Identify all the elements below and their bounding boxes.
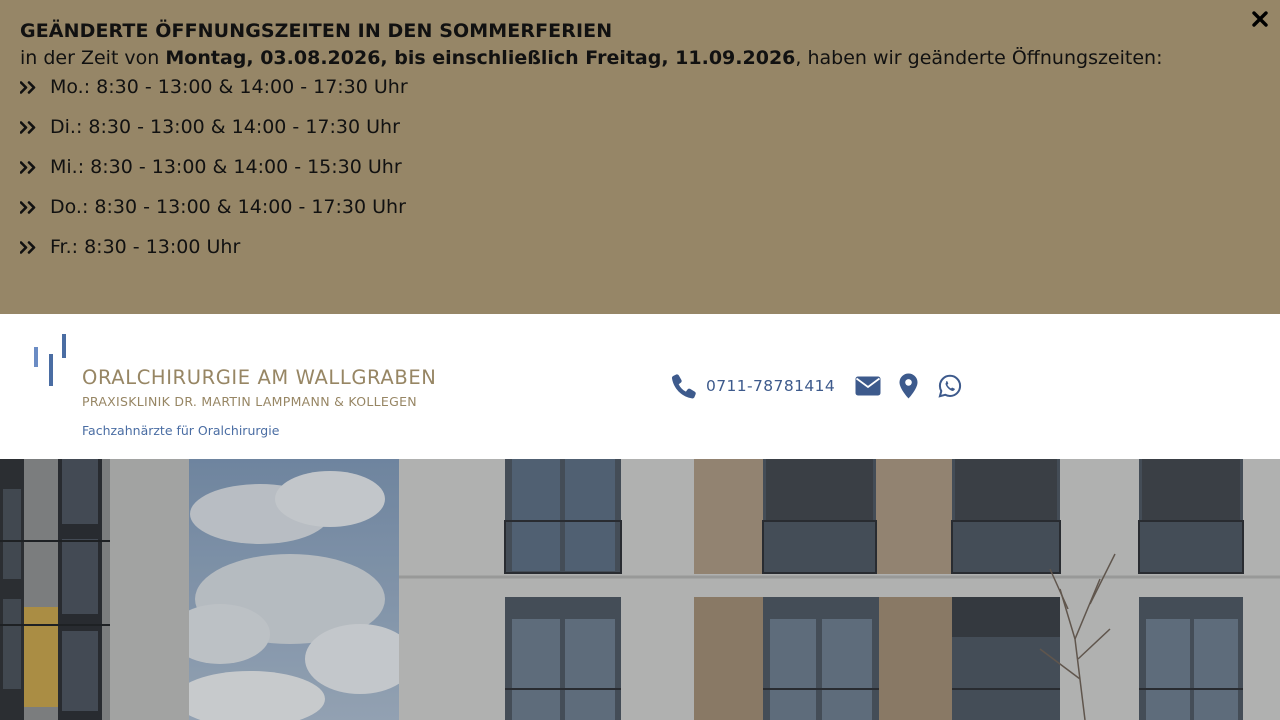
logo[interactable]: ORALCHIRURGIE AM WALLGRABEN PRAXISKLINIK… bbox=[30, 332, 450, 444]
hours-item: Do.: 8:30 - 13:00 & 14:00 - 17:30 Uhr bbox=[20, 196, 408, 236]
double-chevron-right-icon bbox=[20, 236, 50, 254]
whatsapp-icon[interactable] bbox=[938, 374, 962, 398]
notice-title: GEÄNDERTE ÖFFNUNGSZEITEN IN DEN SOMMERFE… bbox=[20, 20, 613, 42]
site-header: ORALCHIRURGIE AM WALLGRABEN PRAXISKLINIK… bbox=[0, 314, 1280, 459]
hours-item: Fr.: 8:30 - 13:00 Uhr bbox=[20, 236, 408, 276]
envelope-icon[interactable] bbox=[855, 376, 881, 396]
logo-mark-icon bbox=[34, 334, 66, 386]
double-chevron-right-icon bbox=[20, 116, 50, 134]
phone-link[interactable]: 0711-78781414 bbox=[706, 377, 835, 395]
notice-intro-dates: Montag, 03.08.2026, bis einschließlich F… bbox=[165, 47, 796, 69]
summer-hours-notice: GEÄNDERTE ÖFFNUNGSZEITEN IN DEN SOMMERFE… bbox=[0, 0, 1280, 314]
map-marker-icon[interactable] bbox=[899, 373, 918, 399]
close-icon bbox=[1252, 11, 1268, 27]
phone-icon[interactable] bbox=[670, 372, 698, 400]
logo-name: ORALCHIRURGIE AM WALLGRABEN bbox=[82, 366, 437, 389]
logo-tagline: Fachzahnärzte für Oralchirurgie bbox=[82, 423, 280, 438]
hours-item: Di.: 8:30 - 13:00 & 14:00 - 17:30 Uhr bbox=[20, 116, 408, 156]
hours-text: Do.: 8:30 - 13:00 & 14:00 - 17:30 Uhr bbox=[50, 196, 406, 218]
hours-item: Mo.: 8:30 - 13:00 & 14:00 - 17:30 Uhr bbox=[20, 76, 408, 116]
contact-bar: 0711-78781414 bbox=[670, 368, 962, 404]
double-chevron-right-icon bbox=[20, 196, 50, 214]
hours-text: Mo.: 8:30 - 13:00 & 14:00 - 17:30 Uhr bbox=[50, 76, 408, 98]
hours-list: Mo.: 8:30 - 13:00 & 14:00 - 17:30 Uhr Di… bbox=[20, 76, 408, 276]
double-chevron-right-icon bbox=[20, 156, 50, 174]
hero-image bbox=[0, 459, 1280, 720]
hours-text: Mi.: 8:30 - 13:00 & 14:00 - 15:30 Uhr bbox=[50, 156, 402, 178]
notice-intro-suffix: , haben wir geänderte Öffnungszeiten: bbox=[795, 47, 1163, 69]
notice-intro: in der Zeit von Montag, 03.08.2026, bis … bbox=[20, 47, 1163, 69]
notice-intro-prefix: in der Zeit von bbox=[20, 47, 166, 69]
building-photo bbox=[0, 459, 1280, 720]
double-chevron-right-icon bbox=[20, 76, 50, 94]
hours-text: Fr.: 8:30 - 13:00 Uhr bbox=[50, 236, 241, 258]
close-notice-button[interactable] bbox=[1250, 9, 1270, 29]
hours-item: Mi.: 8:30 - 13:00 & 14:00 - 15:30 Uhr bbox=[20, 156, 408, 196]
hours-text: Di.: 8:30 - 13:00 & 14:00 - 17:30 Uhr bbox=[50, 116, 400, 138]
logo-subtitle: PRAXISKLINIK DR. MARTIN LAMPMANN & KOLLE… bbox=[82, 394, 417, 409]
